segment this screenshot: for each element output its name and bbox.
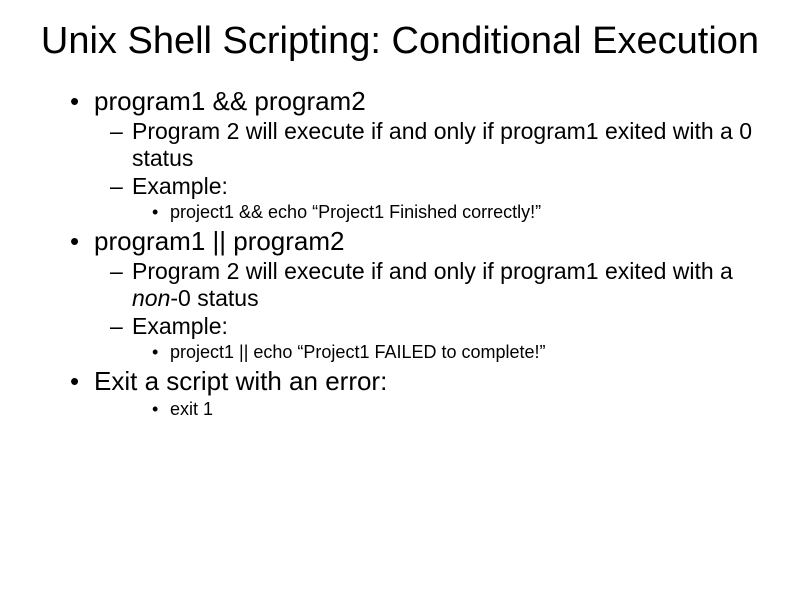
bullet-list: program1 && program2 Program 2 will exec…: [40, 86, 760, 421]
list-item: exit 1: [152, 398, 760, 421]
list-item: Program 2 will execute if and only if pr…: [110, 258, 760, 312]
list-item: program1 && program2: [70, 86, 760, 117]
slide-title: Unix Shell Scripting: Conditional Execut…: [40, 20, 760, 64]
list-item: program1 || program2: [70, 226, 760, 257]
list-item: Program 2 will execute if and only if pr…: [110, 118, 760, 172]
list-item: Example:: [110, 173, 760, 200]
list-item: Exit a script with an error:: [70, 366, 760, 397]
list-item: project1 && echo “Project1 Finished corr…: [152, 201, 760, 224]
list-item: Example:: [110, 313, 760, 340]
list-item: project1 || echo “Project1 FAILED to com…: [152, 341, 760, 364]
slide: Unix Shell Scripting: Conditional Execut…: [0, 0, 800, 600]
